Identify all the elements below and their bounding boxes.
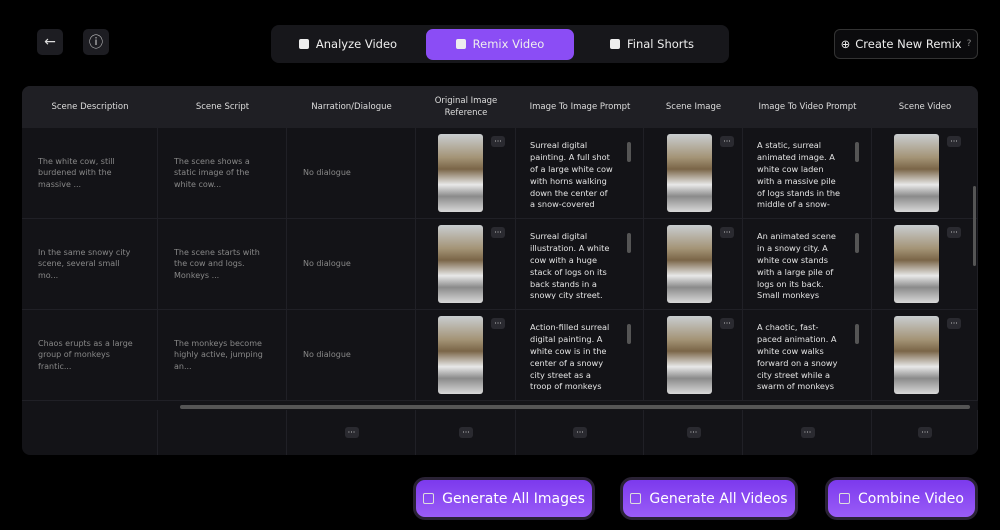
scene-image-thumbnail[interactable] <box>667 134 712 212</box>
video-icon <box>609 39 620 49</box>
table-row: The white cow, still burdened with the m… <box>22 128 978 219</box>
vertical-scrollbar[interactable] <box>973 186 976 266</box>
tab-final-shorts[interactable]: Final Shorts <box>578 29 726 60</box>
column-header: Original Image Reference <box>434 95 498 118</box>
scene-image-thumbnail[interactable] <box>667 316 712 394</box>
more-options-button[interactable]: ··· <box>573 427 587 438</box>
image-to-video-prompt[interactable]: An animated scene in a snowy city. A whi… <box>757 231 843 299</box>
plus-circle-icon: ⊕ <box>840 37 851 51</box>
mode-tabs: Analyze Video Remix Video Final Shorts <box>271 25 729 63</box>
scene-script[interactable]: The monkeys become highly active, jumpin… <box>174 338 270 373</box>
more-options-button[interactable]: ··· <box>686 427 701 438</box>
scene-description[interactable]: Chaos erupts as a large group of monkeys… <box>38 338 141 373</box>
image-to-image-prompt[interactable]: Action-filled surreal digital painting. … <box>530 322 615 390</box>
footer-cell: ··· <box>516 410 644 455</box>
scene-description[interactable]: The white cow, still burdened with the m… <box>38 156 141 191</box>
more-options-button[interactable]: ··· <box>800 427 815 438</box>
more-options-button[interactable]: ··· <box>720 136 734 147</box>
scene-description[interactable]: In the same snowy city scene, several sm… <box>38 247 141 282</box>
narration[interactable]: No dialogue <box>303 167 351 179</box>
column-header: Scene Script <box>195 101 250 112</box>
table-header: Scene Description Scene Script Narration/D… <box>22 86 978 128</box>
footer-cell: ··· <box>287 410 416 455</box>
more-options-button[interactable]: ··· <box>344 427 359 438</box>
more-options-button[interactable]: ··· <box>720 227 734 238</box>
more-options-button[interactable]: ··· <box>918 427 932 438</box>
more-options-button[interactable]: ··· <box>947 227 961 238</box>
more-options-button[interactable]: ··· <box>459 427 473 438</box>
alert-circle-icon: ⓘ <box>89 35 103 51</box>
footer-cell <box>22 410 158 455</box>
prompt-scrollbar[interactable] <box>855 142 859 162</box>
scene-video-thumbnail[interactable] <box>894 316 939 394</box>
combine-video-button[interactable]: Combine Video <box>825 477 978 520</box>
create-new-remix-button[interactable]: ⊕ Create New Remix? <box>834 29 978 59</box>
info-button[interactable]: ⓘ <box>83 29 109 55</box>
tab-analyze-video[interactable]: Analyze Video <box>274 29 422 60</box>
original-image-thumbnail[interactable] <box>438 225 483 303</box>
footer-cell: ··· <box>872 410 978 455</box>
video-icon <box>455 39 466 49</box>
prompt-scrollbar[interactable] <box>855 233 859 253</box>
more-options-button[interactable]: ··· <box>491 136 505 147</box>
scene-image-thumbnail[interactable] <box>667 225 712 303</box>
horizontal-scrollbar[interactable] <box>180 405 970 409</box>
footer-cell: ··· <box>644 410 743 455</box>
more-options-button[interactable]: ··· <box>947 318 961 329</box>
narration[interactable]: No dialogue <box>303 258 351 270</box>
help-icon: ? <box>966 39 972 49</box>
more-options-button[interactable]: ··· <box>491 318 505 329</box>
column-header: Image To Image Prompt <box>529 101 631 112</box>
narration[interactable]: No dialogue <box>303 349 351 361</box>
column-header: Scene Image <box>665 101 722 112</box>
table-footer-row: ··· ··· ··· ··· ··· ··· <box>22 410 978 455</box>
generate-all-videos-button[interactable]: Generate All Videos <box>620 477 798 520</box>
column-header: Scene Description <box>51 101 129 112</box>
tab-remix-video[interactable]: Remix Video <box>426 28 574 60</box>
video-icon <box>630 493 642 504</box>
scenes-table: Scene Description Scene Script Narration/D… <box>22 86 978 455</box>
table-row: In the same snowy city scene, several sm… <box>22 219 978 310</box>
generate-all-images-button[interactable]: Generate All Images <box>413 477 595 520</box>
arrow-left-icon: ← <box>44 34 56 50</box>
prompt-scrollbar[interactable] <box>627 142 631 162</box>
column-header: Image To Video Prompt <box>758 101 857 112</box>
image-to-video-prompt[interactable]: A chaotic, fast-paced animation. A white… <box>757 322 843 390</box>
footer-cell <box>158 410 287 455</box>
original-image-thumbnail[interactable] <box>438 316 483 394</box>
prompt-scrollbar[interactable] <box>627 324 631 344</box>
back-button[interactable]: ← <box>37 29 63 55</box>
scene-video-thumbnail[interactable] <box>894 225 939 303</box>
more-options-button[interactable]: ··· <box>491 227 505 238</box>
prompt-scrollbar[interactable] <box>627 233 631 253</box>
original-image-thumbnail[interactable] <box>438 134 483 212</box>
column-header: Scene Video <box>898 101 952 112</box>
footer-cell: ··· <box>743 410 872 455</box>
more-options-button[interactable]: ··· <box>720 318 734 329</box>
column-header: Narration/Dialogue <box>311 101 392 112</box>
prompt-scrollbar[interactable] <box>855 324 859 344</box>
video-icon <box>298 39 309 49</box>
footer-cell: ··· <box>416 410 516 455</box>
more-options-button[interactable]: ··· <box>947 136 961 147</box>
image-icon <box>423 493 435 504</box>
scene-script[interactable]: The scene shows a static image of the wh… <box>174 156 270 191</box>
scene-script[interactable]: The scene starts with the cow and logs. … <box>174 247 270 282</box>
scene-video-thumbnail[interactable] <box>894 134 939 212</box>
image-to-image-prompt[interactable]: Surreal digital illustration. A white co… <box>530 231 615 299</box>
image-to-video-prompt[interactable]: A static, surreal animated image. A whit… <box>757 140 843 208</box>
image-to-image-prompt[interactable]: Surreal digital painting. A full shot of… <box>530 140 615 208</box>
table-row: Chaos erupts as a large group of monkeys… <box>22 310 978 401</box>
film-icon <box>839 493 851 504</box>
